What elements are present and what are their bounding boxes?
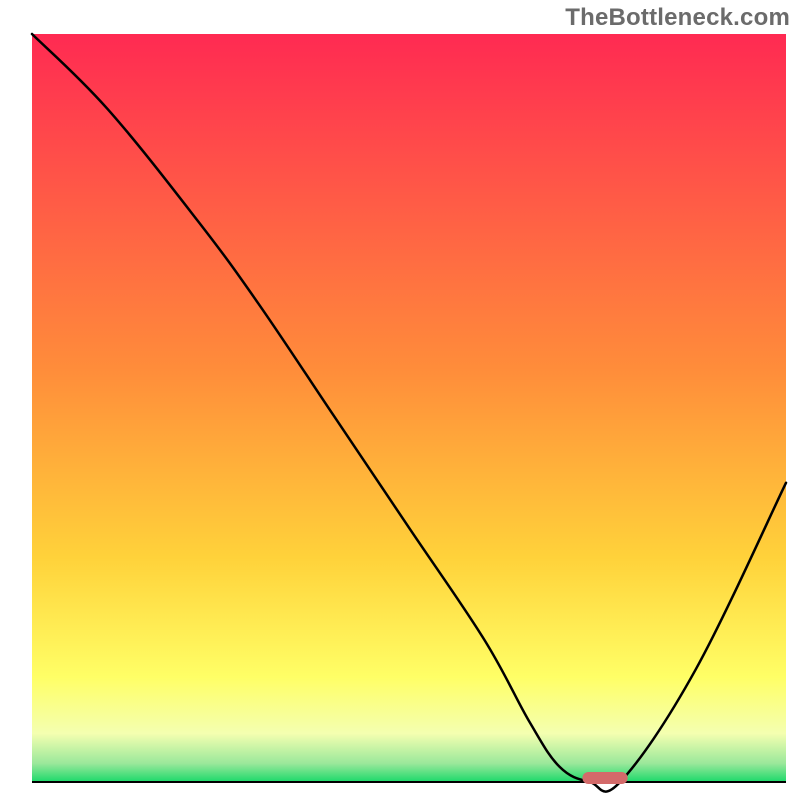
optimal-point-marker [582, 772, 627, 784]
watermark-text: TheBottleneck.com [565, 4, 790, 32]
chart-container: TheBottleneck.com [0, 0, 800, 800]
bottleneck-chart [0, 0, 800, 800]
plot-background [32, 34, 786, 782]
